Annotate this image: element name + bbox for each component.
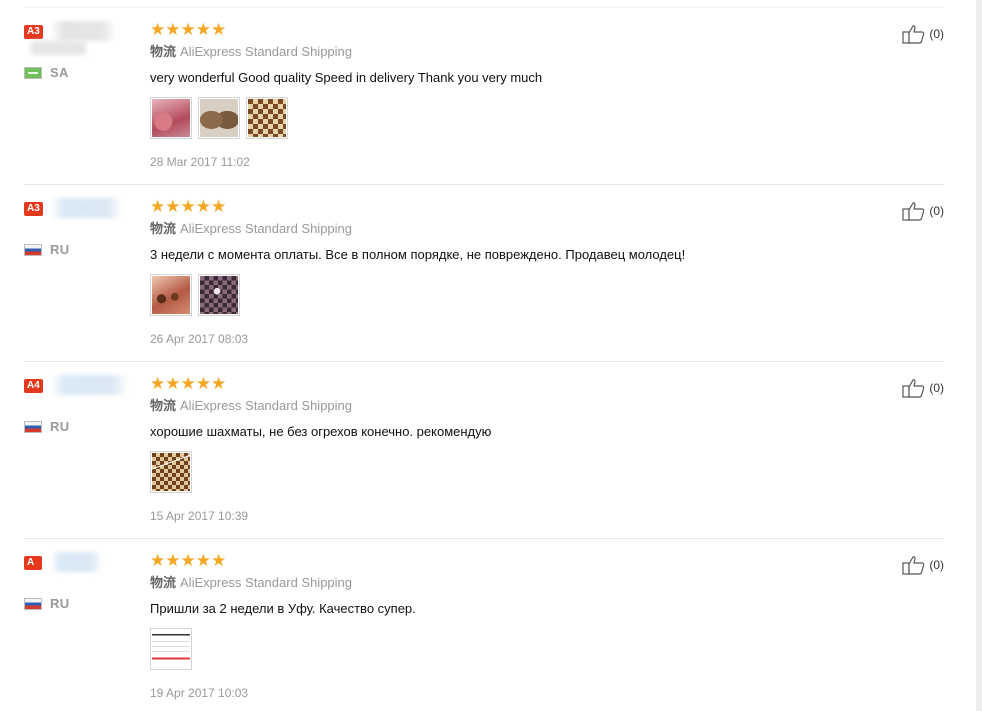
shipping-label: 物流	[150, 575, 177, 590]
reviewer-info: A RU	[24, 552, 144, 611]
review-content: ★★★★★ 物流 AliExpress Standard Shipping хор…	[150, 374, 850, 523]
shipping-value: AliExpress Standard Shipping	[180, 44, 353, 59]
review-photo-thumbnail[interactable]	[198, 274, 240, 316]
reviewer-name-redacted	[50, 21, 116, 41]
country-code: RU	[50, 419, 70, 434]
shipping-method: 物流 AliExpress Standard Shipping	[150, 44, 850, 60]
shipping-method: 物流 AliExpress Standard Shipping	[150, 575, 850, 591]
photo-image	[200, 99, 238, 137]
country-flag-icon	[24, 420, 42, 433]
thumbs-up-icon	[902, 379, 925, 398]
review-content: ★★★★★ 物流 AliExpress Standard Shipping 3 н…	[150, 197, 850, 346]
review-date: 26 Apr 2017 08:03	[150, 332, 249, 346]
buyer-level-badge: A	[24, 556, 42, 570]
review-photo-thumbnail[interactable]	[150, 628, 192, 670]
buyer-level-badge: A3	[24, 25, 43, 39]
review-item: A4 RU ★★★★★ 物流 AliExpress Standard Shippi…	[24, 361, 944, 538]
buyer-level-badge: A3	[24, 202, 43, 216]
buyer-level-badge: A4	[24, 379, 43, 393]
review-date: 28 Mar 2017 11:02	[150, 155, 250, 169]
feedback-text: хорошие шахматы, не без огрехов конечно.…	[150, 424, 492, 439]
country-code: RU	[50, 596, 70, 611]
shipping-value: AliExpress Standard Shipping	[180, 575, 353, 590]
photo-image	[248, 99, 286, 137]
shipping-method: 物流 AliExpress Standard Shipping	[150, 221, 850, 237]
reviewer-name-redacted	[30, 41, 86, 55]
review-photo-thumbnail[interactable]	[150, 274, 192, 316]
review-photo-thumbnail[interactable]	[246, 97, 288, 139]
review-photos	[150, 451, 850, 493]
reviewer-country: RU	[24, 242, 144, 257]
shipping-label: 物流	[150, 44, 177, 59]
country-code: SA	[50, 65, 69, 80]
review-date: 15 Apr 2017 10:39	[150, 509, 249, 523]
photo-image	[200, 276, 238, 314]
helpful-button[interactable]: (0)	[902, 24, 944, 44]
scrollbar[interactable]	[976, 0, 982, 711]
review-item: A RU ★★★★★ 物流 AliExpress Standard Shippin…	[24, 538, 944, 711]
feedback-text: Пришли за 2 недели в Уфу. Качество супер…	[150, 601, 416, 616]
reviewer-country: SA	[24, 65, 144, 80]
reviewer-name-redacted	[50, 375, 128, 395]
shipping-value: AliExpress Standard Shipping	[180, 221, 353, 236]
feedback-text: very wonderful Good quality Speed in del…	[150, 70, 543, 85]
helpful-count: (0)	[929, 558, 944, 572]
star-rating: ★★★★★	[150, 551, 227, 570]
reviewer-country: RU	[24, 419, 144, 434]
review-content: ★★★★★ 物流 AliExpress Standard Shipping При…	[150, 551, 850, 700]
review-item: A3 SA ★★★★★ 物流 AliExpress Standard Shippi…	[24, 7, 944, 184]
helpful-count: (0)	[929, 204, 944, 218]
helpful-count: (0)	[929, 27, 944, 41]
thumbs-up-icon	[902, 25, 925, 44]
helpful-count: (0)	[929, 381, 944, 395]
reviewer-info: A3 SA	[24, 21, 144, 80]
review-photo-thumbnail[interactable]	[150, 451, 192, 493]
reviewer-country: RU	[24, 596, 144, 611]
thumbs-up-icon	[902, 556, 925, 575]
review-photos	[150, 628, 850, 670]
country-code: RU	[50, 242, 70, 257]
photo-image	[152, 99, 190, 137]
shipping-value: AliExpress Standard Shipping	[180, 398, 353, 413]
star-rating: ★★★★★	[150, 20, 227, 39]
country-flag-icon	[24, 243, 42, 256]
shipping-label: 物流	[150, 398, 177, 413]
review-item: A3 RU ★★★★★ 物流 AliExpress Standard Shippi…	[24, 184, 944, 361]
star-rating: ★★★★★	[150, 197, 227, 216]
country-flag-icon	[24, 597, 42, 610]
country-flag-icon	[24, 66, 42, 79]
reviewer-name-redacted	[50, 198, 122, 218]
helpful-button[interactable]: (0)	[902, 201, 944, 221]
review-photo-thumbnail[interactable]	[150, 97, 192, 139]
shipping-method: 物流 AliExpress Standard Shipping	[150, 398, 850, 414]
star-rating: ★★★★★	[150, 374, 227, 393]
feedback-page: A3 SA ★★★★★ 物流 AliExpress Standard Shippi…	[0, 0, 982, 711]
review-date: 19 Apr 2017 10:03	[150, 686, 249, 700]
photo-image	[152, 453, 190, 491]
photo-image	[152, 630, 190, 668]
reviewer-name-redacted	[50, 552, 102, 572]
photo-image	[152, 276, 190, 314]
review-content: ★★★★★ 物流 AliExpress Standard Shipping ver…	[150, 20, 850, 169]
shipping-label: 物流	[150, 221, 177, 236]
thumbs-up-icon	[902, 202, 925, 221]
reviewer-info: A4 RU	[24, 375, 144, 434]
helpful-button[interactable]: (0)	[902, 378, 944, 398]
review-photos	[150, 274, 850, 316]
reviewer-info: A3 RU	[24, 198, 144, 257]
review-photo-thumbnail[interactable]	[198, 97, 240, 139]
helpful-button[interactable]: (0)	[902, 555, 944, 575]
review-photos	[150, 97, 850, 139]
feedback-text: 3 недели с момента оплаты. Все в полном …	[150, 247, 686, 262]
